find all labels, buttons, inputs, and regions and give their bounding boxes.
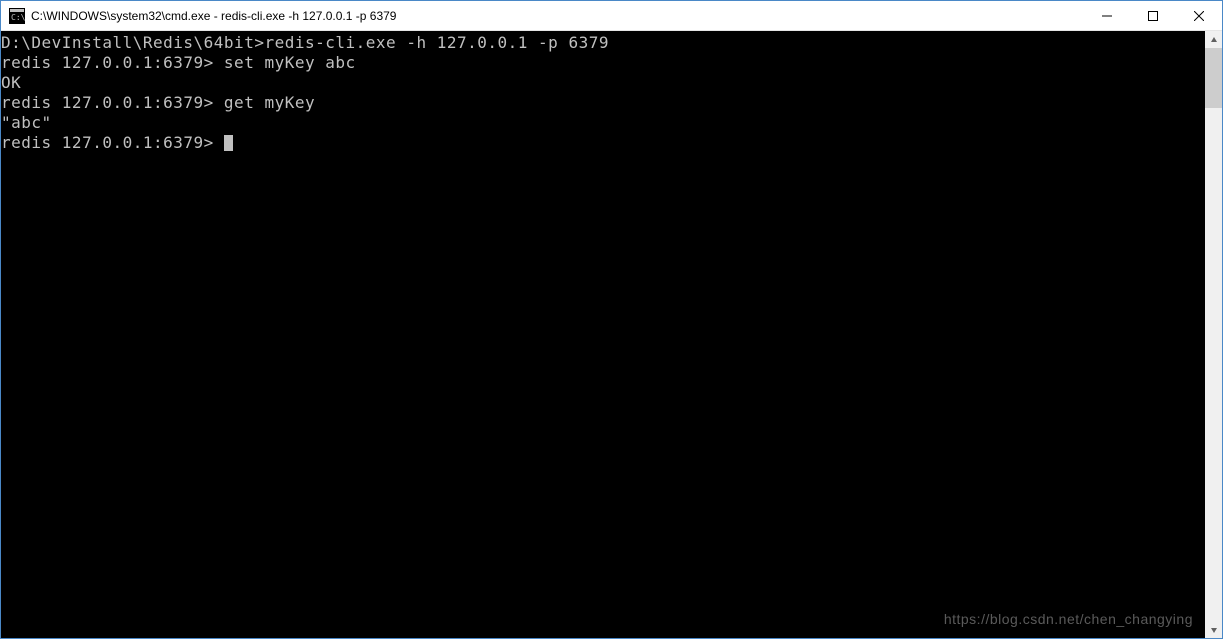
- terminal-output[interactable]: D:\DevInstall\Redis\64bit>redis-cli.exe …: [1, 31, 1205, 638]
- terminal-line: redis 127.0.0.1:6379> set myKey abc: [1, 53, 1205, 73]
- cmd-window: C:\ C:\WINDOWS\system32\cmd.exe - redis-…: [0, 0, 1223, 639]
- scroll-down-button[interactable]: [1205, 621, 1222, 638]
- terminal-line: D:\DevInstall\Redis\64bit>redis-cli.exe …: [1, 33, 1205, 53]
- svg-text:C:\: C:\: [11, 13, 25, 22]
- close-button[interactable]: [1176, 1, 1222, 30]
- terminal-line: "abc": [1, 113, 1205, 133]
- window-title: C:\WINDOWS\system32\cmd.exe - redis-cli.…: [31, 9, 1084, 23]
- cursor: [224, 135, 233, 151]
- scroll-up-button[interactable]: [1205, 31, 1222, 48]
- window-controls: [1084, 1, 1222, 30]
- vertical-scrollbar[interactable]: [1205, 31, 1222, 638]
- terminal-line: OK: [1, 73, 1205, 93]
- terminal-area: D:\DevInstall\Redis\64bit>redis-cli.exe …: [1, 31, 1222, 638]
- scroll-track[interactable]: [1205, 48, 1222, 621]
- terminal-line: redis 127.0.0.1:6379>: [1, 133, 1205, 153]
- scroll-thumb[interactable]: [1205, 48, 1222, 108]
- minimize-button[interactable]: [1084, 1, 1130, 30]
- titlebar[interactable]: C:\ C:\WINDOWS\system32\cmd.exe - redis-…: [1, 1, 1222, 31]
- maximize-button[interactable]: [1130, 1, 1176, 30]
- cmd-icon: C:\: [9, 8, 25, 24]
- terminal-line: redis 127.0.0.1:6379> get myKey: [1, 93, 1205, 113]
